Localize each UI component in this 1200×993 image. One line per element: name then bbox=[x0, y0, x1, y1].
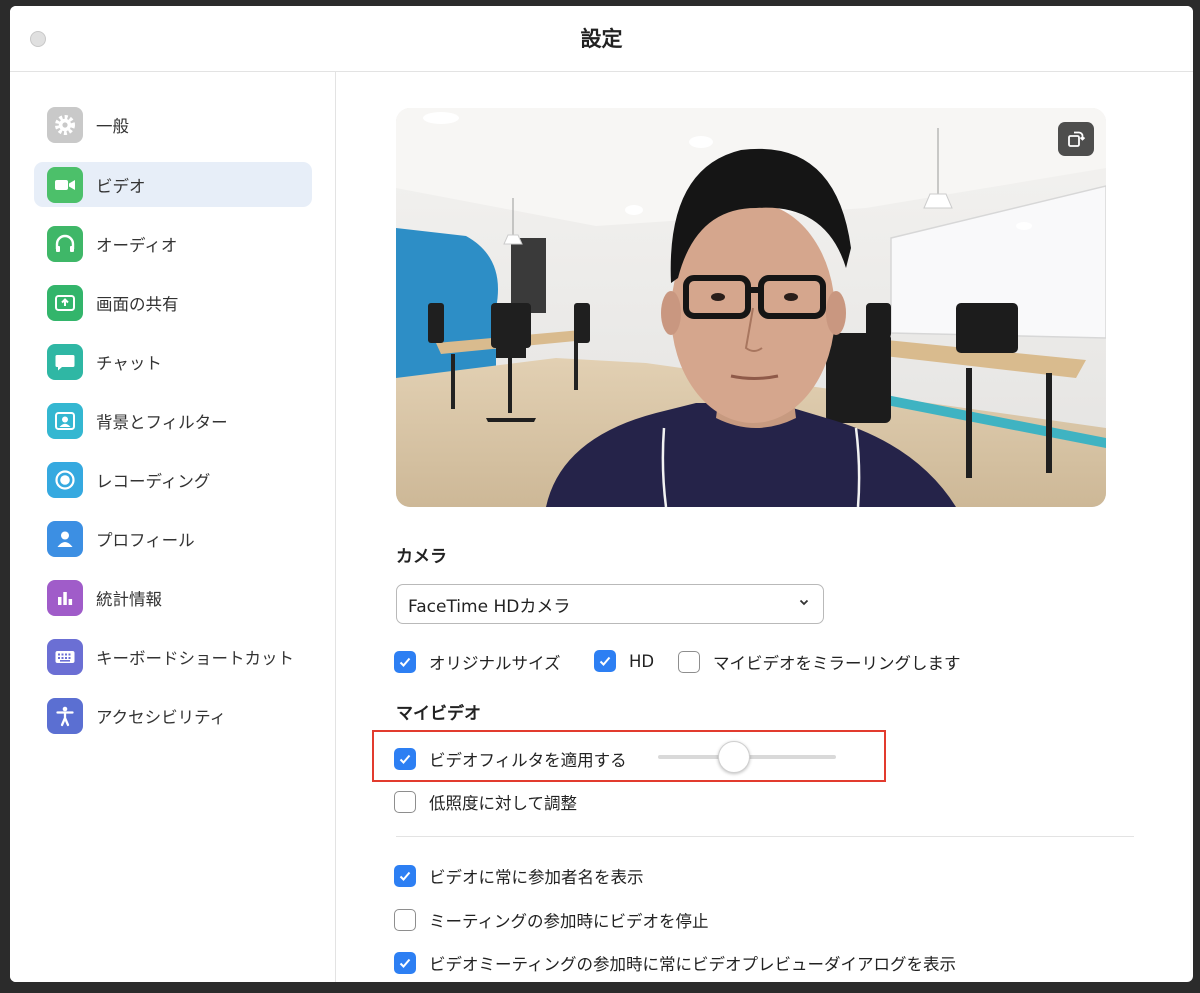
video-filter-slider-thumb[interactable] bbox=[718, 741, 750, 773]
checkbox-checked[interactable] bbox=[394, 865, 416, 887]
show-preview-dialog-checkbox[interactable]: ビデオミーティングの参加時に常にビデオプレビューダイアログを表示 bbox=[394, 951, 956, 975]
sidebar-item-chat[interactable]: チャット bbox=[34, 339, 312, 384]
window-title: 設定 bbox=[580, 27, 623, 51]
sidebar-item-label: レコーディング bbox=[96, 471, 211, 491]
sidebar-item-label: 背景とフィルター bbox=[96, 412, 228, 432]
original-size-checkbox[interactable]: オリジナルサイズ bbox=[394, 650, 561, 674]
low-light-label: 低照度に対して調整 bbox=[429, 794, 578, 813]
camera-preview-image bbox=[396, 108, 1106, 507]
sidebar-item-keyboard-shortcuts[interactable]: キーボードショートカット bbox=[34, 634, 312, 679]
checkbox-checked[interactable] bbox=[394, 651, 416, 673]
checkmark-icon bbox=[399, 657, 411, 667]
checkbox-unchecked[interactable] bbox=[394, 791, 416, 813]
title-bar: 設定 bbox=[10, 6, 1193, 72]
sidebar-item-profile[interactable]: プロフィール bbox=[34, 516, 312, 561]
stop-video-on-join-label: ミーティングの参加時にビデオを停止 bbox=[429, 912, 709, 931]
video-filter-checkbox[interactable]: ビデオフィルタを適用する bbox=[394, 747, 627, 771]
checkbox-unchecked[interactable] bbox=[394, 909, 416, 931]
sidebar-item-video[interactable]: ビデオ bbox=[34, 162, 312, 207]
keyboard-icon bbox=[47, 638, 83, 675]
sidebar-item-label: アクセシビリティ bbox=[96, 707, 227, 727]
video-camera-icon bbox=[47, 166, 83, 203]
headphones-icon bbox=[47, 225, 83, 262]
low-light-checkbox[interactable]: 低照度に対して調整 bbox=[394, 790, 577, 814]
gear-icon bbox=[47, 106, 83, 143]
show-participant-name-label: ビデオに常に参加者名を表示 bbox=[429, 868, 644, 887]
record-icon bbox=[47, 461, 83, 498]
sidebar: 一般 ビデオ オーディオ 画面の共有 チャット 背景とフィルター レコーディング… bbox=[10, 72, 336, 982]
camera-select[interactable]: FaceTime HDカメラ bbox=[396, 584, 824, 624]
hd-checkbox[interactable]: HD bbox=[594, 650, 654, 672]
background-person-icon bbox=[47, 402, 83, 439]
checkmark-icon bbox=[599, 656, 611, 666]
original-size-label: オリジナルサイズ bbox=[429, 654, 561, 673]
bar-chart-icon bbox=[47, 579, 83, 616]
checkbox-checked[interactable] bbox=[394, 952, 416, 974]
accessibility-icon bbox=[47, 697, 83, 734]
sidebar-item-accessibility[interactable]: アクセシビリティ bbox=[34, 693, 312, 738]
video-settings-panel: カメラ FaceTime HDカメラ オリジナルサイズ HD マイビデオをミラー… bbox=[337, 72, 1193, 982]
sidebar-item-label: プロフィール bbox=[96, 530, 195, 550]
show-preview-dialog-label: ビデオミーティングの参加時に常にビデオプレビューダイアログを表示 bbox=[429, 955, 957, 974]
profile-icon bbox=[47, 520, 83, 557]
rotate-icon bbox=[1068, 131, 1086, 147]
checkmark-icon bbox=[399, 958, 411, 968]
video-filter-label: ビデオフィルタを適用する bbox=[429, 751, 627, 770]
checkmark-icon bbox=[399, 871, 411, 881]
share-screen-icon bbox=[47, 284, 83, 321]
sidebar-item-label: 統計情報 bbox=[96, 589, 162, 609]
divider bbox=[396, 836, 1134, 837]
sidebar-item-label: 画面の共有 bbox=[96, 294, 179, 314]
checkmark-icon bbox=[399, 754, 411, 764]
camera-section-title: カメラ bbox=[396, 547, 447, 567]
hd-label: HD bbox=[629, 651, 655, 671]
sidebar-item-label: チャット bbox=[96, 353, 162, 373]
sidebar-item-general[interactable]: 一般 bbox=[34, 102, 312, 147]
checkbox-checked[interactable] bbox=[594, 650, 616, 672]
my-video-section-title: マイビデオ bbox=[396, 704, 481, 724]
settings-window: 設定 一般 ビデオ オーディオ 画面の共有 チャット 背景とフィルター レコーデ… bbox=[10, 6, 1193, 982]
mirror-video-checkbox[interactable]: マイビデオをミラーリングします bbox=[678, 650, 961, 674]
checkbox-unchecked[interactable] bbox=[678, 651, 700, 673]
sidebar-item-label: オーディオ bbox=[96, 235, 178, 255]
show-participant-name-checkbox[interactable]: ビデオに常に参加者名を表示 bbox=[394, 864, 644, 888]
checkbox-checked[interactable] bbox=[394, 748, 416, 770]
sidebar-item-recording[interactable]: レコーディング bbox=[34, 457, 312, 502]
video-preview bbox=[396, 108, 1106, 507]
sidebar-item-label: キーボードショートカット bbox=[96, 648, 294, 668]
chevron-down-icon bbox=[799, 599, 809, 606]
mirror-video-label: マイビデオをミラーリングします bbox=[713, 654, 961, 673]
sidebar-item-share-screen[interactable]: 画面の共有 bbox=[34, 280, 312, 325]
sidebar-item-audio[interactable]: オーディオ bbox=[34, 221, 312, 266]
sidebar-item-label: ビデオ bbox=[96, 176, 146, 196]
sidebar-item-background-filters[interactable]: 背景とフィルター bbox=[34, 398, 312, 443]
rotate-camera-button[interactable] bbox=[1058, 122, 1094, 156]
camera-select-value: FaceTime HDカメラ bbox=[408, 596, 571, 617]
sidebar-item-statistics[interactable]: 統計情報 bbox=[34, 575, 312, 620]
stop-video-on-join-checkbox[interactable]: ミーティングの参加時にビデオを停止 bbox=[394, 908, 709, 932]
sidebar-item-label: 一般 bbox=[96, 116, 129, 136]
chat-bubble-icon bbox=[47, 343, 83, 380]
